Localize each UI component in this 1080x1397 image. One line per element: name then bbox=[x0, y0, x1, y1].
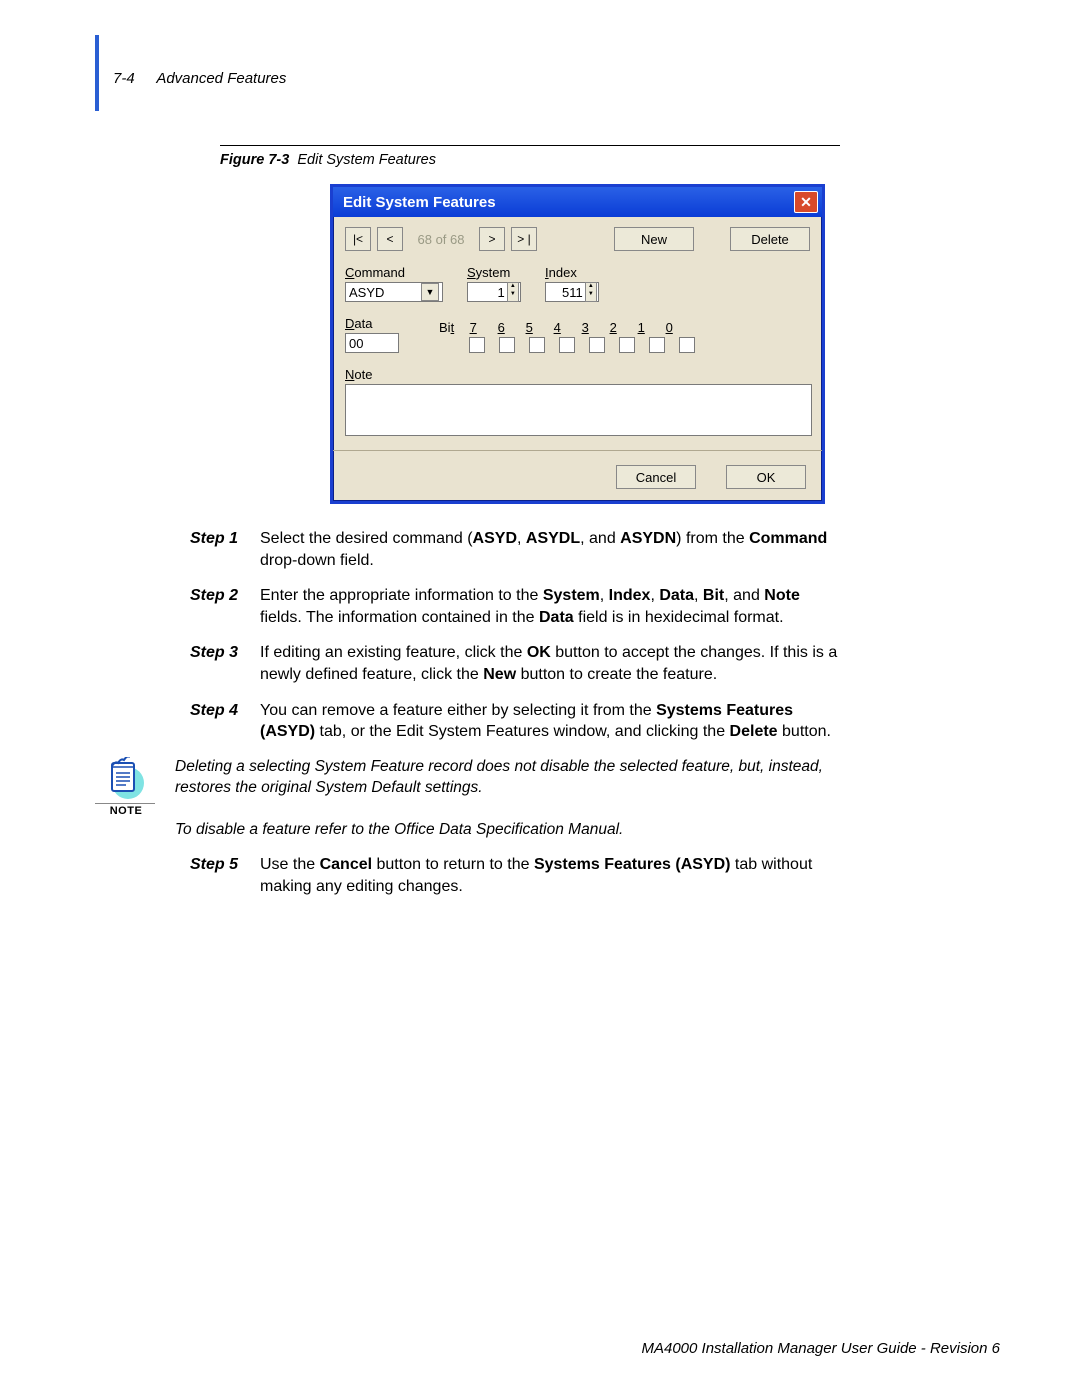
dialog-divider bbox=[333, 450, 822, 451]
up-down-icon: ▲▼ bbox=[585, 282, 597, 302]
close-icon[interactable]: ✕ bbox=[794, 191, 818, 213]
bit-checkbox[interactable] bbox=[589, 337, 605, 353]
up-down-icon: ▲▼ bbox=[507, 282, 519, 302]
step-text: If editing an existing feature, click th… bbox=[260, 642, 840, 685]
note-textarea[interactable] bbox=[345, 384, 812, 436]
bit-header-row: 76543210 bbox=[466, 320, 676, 335]
step: Step 4You can remove a feature either by… bbox=[190, 700, 840, 743]
step: Step 1Select the desired command (ASYD, … bbox=[190, 528, 840, 571]
new-button[interactable]: New bbox=[614, 227, 694, 251]
note-label: Note bbox=[345, 367, 372, 382]
note-icon-wrap: NOTE bbox=[95, 757, 157, 819]
bit-checkbox[interactable] bbox=[619, 337, 635, 353]
bit-checkbox[interactable] bbox=[679, 337, 695, 353]
dialog-title-bar: Edit System Features ✕ bbox=[333, 187, 822, 217]
bit-checkbox[interactable] bbox=[559, 337, 575, 353]
bit-label: Bit bbox=[439, 320, 454, 335]
ok-button[interactable]: OK bbox=[726, 465, 806, 489]
cancel-button[interactable]: Cancel bbox=[616, 465, 696, 489]
step-label: Step 5 bbox=[190, 854, 260, 897]
page-header: 7-4 Advanced Features bbox=[113, 70, 1000, 87]
page-number: 7-4 bbox=[113, 70, 135, 87]
dialog-title: Edit System Features bbox=[343, 194, 496, 211]
note-block: NOTEDeleting a selecting System Feature … bbox=[190, 757, 840, 841]
bit-checkbox[interactable] bbox=[529, 337, 545, 353]
bit-header: 4 bbox=[550, 320, 564, 335]
system-label: System bbox=[467, 265, 521, 280]
bit-header: 7 bbox=[466, 320, 480, 335]
step-label: Step 4 bbox=[190, 700, 260, 743]
section-title: Advanced Features bbox=[156, 70, 286, 87]
step: Step 3If editing an existing feature, cl… bbox=[190, 642, 840, 685]
step-label: Step 1 bbox=[190, 528, 260, 571]
command-label: Command bbox=[345, 265, 443, 280]
nav-prev-button[interactable]: < bbox=[377, 227, 403, 251]
header-accent-bar bbox=[95, 35, 99, 111]
figure-caption: Figure 7-3 Edit System Features bbox=[220, 152, 840, 168]
note-icon bbox=[106, 757, 146, 801]
step: Step 2Enter the appropriate information … bbox=[190, 585, 840, 628]
data-label: Data bbox=[345, 316, 399, 331]
bit-header: 0 bbox=[662, 320, 676, 335]
note-text: Deleting a selecting System Feature reco… bbox=[175, 757, 840, 841]
bit-checkbox[interactable] bbox=[469, 337, 485, 353]
step-label: Step 3 bbox=[190, 642, 260, 685]
index-label: Index bbox=[545, 265, 599, 280]
data-field[interactable]: 00 bbox=[345, 333, 399, 353]
edit-system-features-dialog: Edit System Features ✕ |< < 68 of 68 > >… bbox=[330, 184, 825, 504]
page-footer: MA4000 Installation Manager User Guide -… bbox=[641, 1340, 1000, 1357]
system-spinner[interactable]: 1 ▲▼ bbox=[467, 282, 521, 302]
steps-list: Step 1Select the desired command (ASYD, … bbox=[95, 528, 840, 898]
record-counter: 68 of 68 bbox=[409, 232, 473, 247]
bit-header: 3 bbox=[578, 320, 592, 335]
delete-button[interactable]: Delete bbox=[730, 227, 810, 251]
index-spinner[interactable]: 511 ▲▼ bbox=[545, 282, 599, 302]
bit-header: 2 bbox=[606, 320, 620, 335]
step-text: Use the Cancel button to return to the S… bbox=[260, 854, 840, 897]
bit-header: 5 bbox=[522, 320, 536, 335]
nav-last-button[interactable]: > | bbox=[511, 227, 537, 251]
figure-rule bbox=[220, 145, 840, 146]
command-dropdown[interactable]: ASYD ▼ bbox=[345, 282, 443, 302]
bit-checkbox-row bbox=[469, 337, 695, 353]
bit-checkbox[interactable] bbox=[499, 337, 515, 353]
bit-header: 1 bbox=[634, 320, 648, 335]
step: Step 5Use the Cancel button to return to… bbox=[190, 854, 840, 897]
chevron-down-icon: ▼ bbox=[421, 283, 439, 301]
nav-first-button[interactable]: |< bbox=[345, 227, 371, 251]
step-text: Enter the appropriate information to the… bbox=[260, 585, 840, 628]
bit-checkbox[interactable] bbox=[649, 337, 665, 353]
step-label: Step 2 bbox=[190, 585, 260, 628]
nav-next-button[interactable]: > bbox=[479, 227, 505, 251]
bit-header: 6 bbox=[494, 320, 508, 335]
note-caption: NOTE bbox=[95, 804, 157, 819]
step-text: You can remove a feature either by selec… bbox=[260, 700, 840, 743]
step-text: Select the desired command (ASYD, ASYDL,… bbox=[260, 528, 840, 571]
